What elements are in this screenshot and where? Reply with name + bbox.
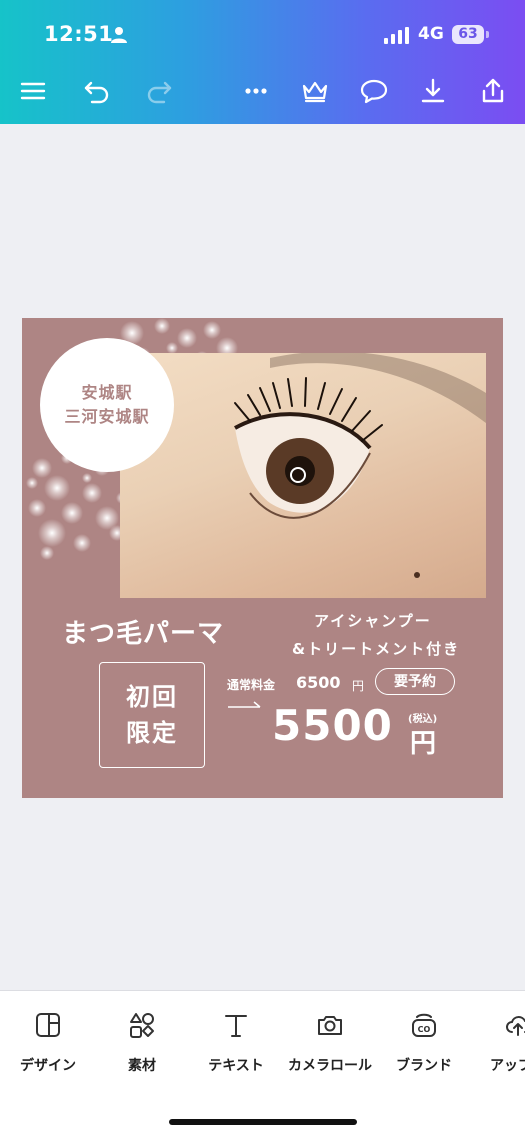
- normal-price-label: 通常料金: [227, 678, 276, 692]
- elements-tab-label: 素材: [128, 1058, 156, 1074]
- status-time: 12:51: [44, 22, 114, 46]
- eyelash-photo: [120, 353, 486, 598]
- redo-icon: [147, 81, 172, 104]
- first-time-line: 初回: [126, 683, 178, 711]
- home-indicator[interactable]: [169, 1119, 357, 1125]
- station-name: 三河安城駅: [64, 407, 150, 426]
- person-icon: [111, 27, 127, 43]
- signal-icon: [384, 27, 409, 44]
- campaign-price-unit: 円: [410, 729, 437, 759]
- comment-icon: [360, 79, 388, 104]
- more-button[interactable]: [239, 74, 273, 108]
- first-time-badge: 初回 限定: [99, 662, 205, 768]
- crown-icon: [302, 81, 328, 103]
- network-label: 4G: [418, 24, 444, 44]
- share-button[interactable]: [476, 74, 510, 108]
- download-button[interactable]: [416, 74, 450, 108]
- camera-roll-tab[interactable]: カメラロール: [282, 991, 378, 1091]
- text-tab[interactable]: テキスト: [188, 991, 284, 1091]
- elements-icon: [130, 1013, 154, 1038]
- undo-icon: [84, 81, 109, 104]
- station-badge: 安城駅 三河安城駅: [40, 338, 174, 472]
- upload-tab[interactable]: アップロ: [470, 991, 525, 1091]
- download-icon: [421, 78, 445, 103]
- brand-tab[interactable]: CO ブランド: [376, 991, 472, 1091]
- upload-tab-label: アップロ: [490, 1058, 525, 1074]
- design-icon: [36, 1013, 60, 1037]
- camera-icon: [318, 1016, 342, 1035]
- design-canvas[interactable]: 安城駅 三河安城駅 まつ毛パーマ アイシャンプー &トリートメント付き 初回 限…: [22, 318, 503, 798]
- menu-icon: [20, 82, 46, 100]
- service-title: まつ毛パーマ: [62, 619, 225, 649]
- normal-price: 6500: [296, 673, 341, 692]
- top-bar: 12:51 4G 63: [0, 0, 525, 124]
- text-tab-label: テキスト: [208, 1058, 264, 1074]
- comment-button[interactable]: [357, 74, 391, 108]
- svg-text:CO: CO: [418, 1025, 431, 1034]
- redo-button[interactable]: [142, 74, 176, 108]
- elements-tab[interactable]: 素材: [94, 991, 190, 1091]
- brand-tab-label: ブランド: [396, 1058, 452, 1074]
- station-name: 安城駅: [81, 383, 133, 402]
- menu-button[interactable]: [16, 74, 50, 108]
- service-subtitle-line2: &トリートメント付き: [292, 640, 461, 658]
- battery-tip: [486, 31, 489, 38]
- camera-roll-tab-label: カメラロール: [288, 1058, 372, 1074]
- more-icon: [245, 88, 267, 94]
- eye-illustration: [234, 353, 486, 578]
- upload-cloud-icon: [506, 1016, 525, 1036]
- arrow-right-icon: [228, 701, 261, 708]
- bottom-toolbar: デザイン 素材 テキスト カメラロール CO ブランド アッ: [0, 990, 525, 1137]
- share-icon: [482, 78, 504, 103]
- premium-button[interactable]: [298, 74, 332, 108]
- design-tab[interactable]: デザイン: [0, 991, 96, 1091]
- text-icon: [225, 1015, 247, 1037]
- reservation-badge: 要予約: [375, 668, 455, 695]
- service-subtitle-line1: アイシャンプー: [314, 612, 432, 630]
- battery-indicator: 63: [452, 25, 484, 44]
- brand-icon: CO: [412, 1013, 436, 1037]
- campaign-price: 5500: [272, 701, 393, 750]
- undo-button[interactable]: [80, 74, 114, 108]
- normal-price-unit: 円: [352, 679, 365, 693]
- first-time-line: 限定: [126, 719, 178, 747]
- design-tab-label: デザイン: [20, 1058, 76, 1074]
